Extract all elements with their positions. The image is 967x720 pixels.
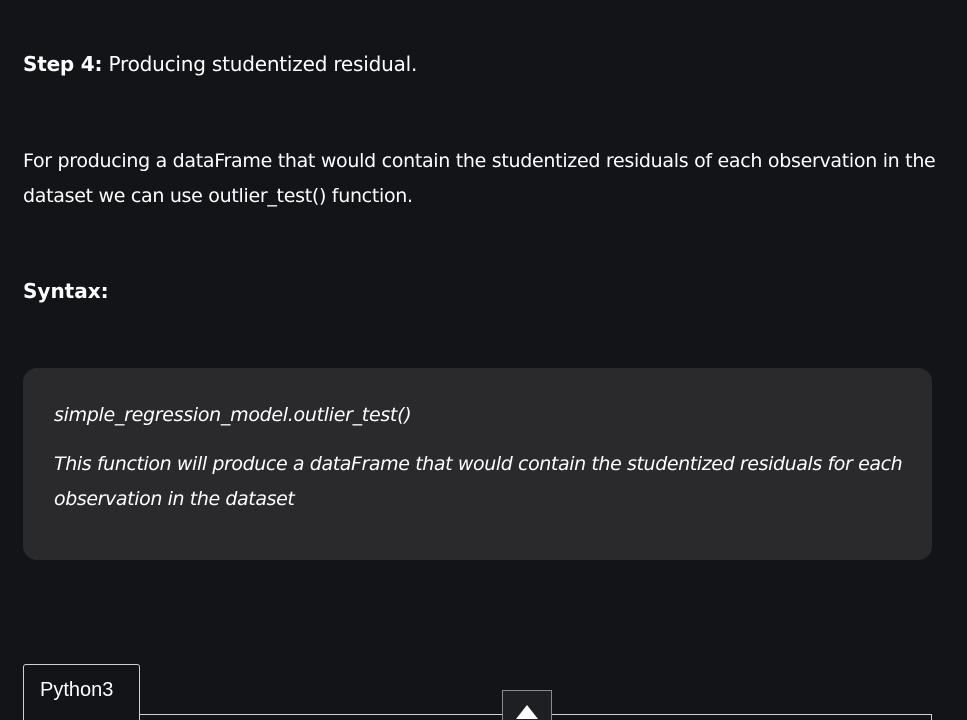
description-paragraph: For producing a dataFrame that would con…: [23, 150, 936, 207]
step-text: Producing studentized residual.: [108, 52, 418, 76]
tab-python3[interactable]: Python3: [23, 664, 140, 720]
step-label: Step 4:: [23, 52, 103, 76]
syntax-code: simple_regression_model.outlier_test(): [54, 404, 412, 426]
chevron-up-icon: [516, 705, 538, 719]
step-heading: Step 4: Producing studentized residual.: [23, 51, 417, 77]
syntax-heading: Syntax:: [23, 279, 109, 303]
code-editor-border-right: [931, 714, 932, 720]
tab-python3-label: Python3: [40, 679, 114, 701]
article-content: Step 4: Producing studentized residual. …: [0, 0, 967, 720]
syntax-description: This function will produce a dataFrame t…: [54, 453, 903, 510]
scroll-to-top-button[interactable]: [502, 690, 552, 720]
syntax-box: simple_regression_model.outlier_test() T…: [23, 368, 932, 560]
